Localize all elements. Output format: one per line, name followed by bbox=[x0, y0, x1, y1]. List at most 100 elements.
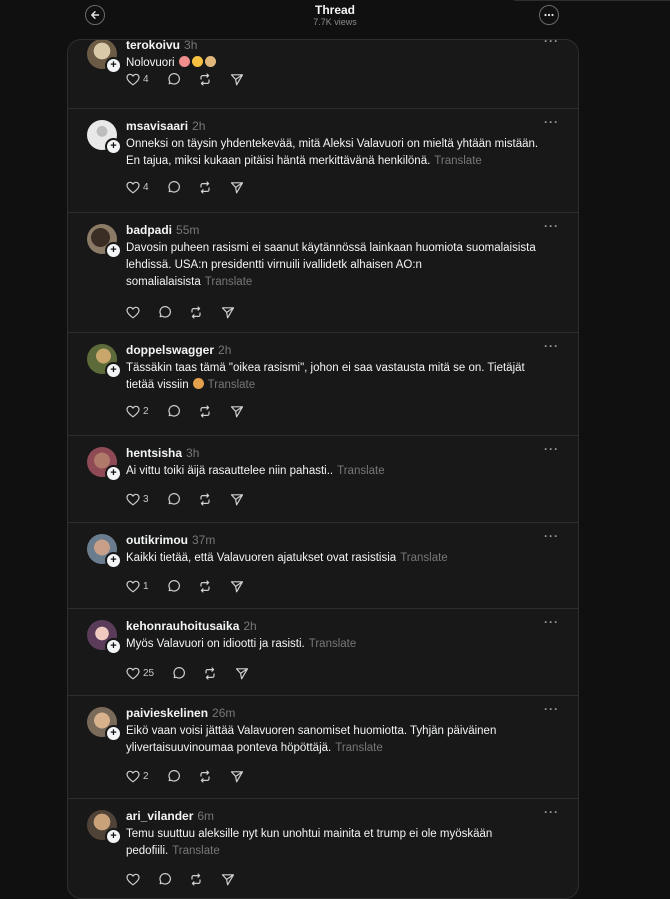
send-icon bbox=[230, 405, 243, 417]
thread-reply: + ari_vilander 6m ··· Temu suuttuu aleksi… bbox=[68, 799, 578, 898]
follow-plus-icon[interactable]: + bbox=[105, 242, 122, 259]
translate-link[interactable]: Translate bbox=[337, 465, 385, 477]
post-body: Kaikki tietää, että Valavuoren ajatukset… bbox=[126, 552, 397, 564]
like-button[interactable]: 3 bbox=[126, 493, 149, 506]
repost-button[interactable] bbox=[198, 180, 212, 194]
repost-button[interactable] bbox=[198, 404, 212, 418]
like-button[interactable]: 1 bbox=[126, 580, 149, 593]
follow-plus-icon[interactable]: + bbox=[105, 138, 122, 155]
share-button[interactable] bbox=[230, 405, 244, 418]
translate-link[interactable]: Translate bbox=[434, 155, 482, 167]
translate-link[interactable]: Translate bbox=[400, 552, 448, 564]
heart-icon bbox=[126, 181, 140, 194]
heart-icon bbox=[126, 306, 140, 319]
reply-button[interactable] bbox=[172, 666, 186, 680]
reply-button[interactable] bbox=[158, 305, 171, 319]
repost-button[interactable] bbox=[198, 72, 212, 86]
reply-bubble-icon bbox=[168, 769, 180, 782]
repost-button[interactable] bbox=[198, 579, 212, 593]
follow-plus-icon[interactable]: + bbox=[105, 638, 122, 655]
send-icon bbox=[236, 667, 249, 679]
follow-plus-icon[interactable]: + bbox=[105, 725, 122, 742]
thread-reply: + doppelswagger 2h ··· Tässäkin taas tämä… bbox=[68, 333, 578, 436]
reply-button[interactable] bbox=[167, 579, 180, 593]
reply-button[interactable] bbox=[167, 492, 180, 506]
username[interactable]: msavisaari bbox=[126, 119, 188, 133]
more-options-button[interactable] bbox=[539, 5, 559, 25]
reply-button[interactable] bbox=[167, 180, 180, 194]
action-bar bbox=[126, 304, 253, 320]
post-more-icon[interactable]: ··· bbox=[544, 219, 559, 233]
follow-plus-icon[interactable]: + bbox=[105, 57, 122, 74]
share-button[interactable] bbox=[230, 493, 244, 506]
post-more-icon[interactable]: ··· bbox=[544, 615, 559, 629]
translate-link[interactable]: Translate bbox=[208, 379, 256, 391]
reply-button[interactable] bbox=[167, 769, 180, 783]
post-body: Ai vittu toiki äijä rasauttelee niin pah… bbox=[126, 465, 334, 477]
view-count: 7.7K views bbox=[313, 17, 357, 27]
repost-button[interactable] bbox=[198, 492, 212, 506]
post-text: Eikö vaan voisi jättää Valavuoren sanomi… bbox=[126, 723, 546, 757]
action-bar: 2 bbox=[126, 403, 262, 419]
translate-link[interactable]: Translate bbox=[205, 276, 253, 288]
repost-icon bbox=[199, 579, 210, 593]
like-button[interactable]: 2 bbox=[126, 405, 149, 418]
share-button[interactable] bbox=[230, 580, 244, 593]
timestamp: 2h bbox=[243, 619, 257, 633]
post-more-icon[interactable]: ··· bbox=[544, 40, 559, 48]
reply-button[interactable] bbox=[167, 404, 180, 418]
emoji-icon bbox=[192, 378, 204, 389]
username[interactable]: paivieskelinen bbox=[126, 706, 208, 720]
follow-plus-icon[interactable]: + bbox=[105, 828, 122, 845]
like-button[interactable]: 4 bbox=[126, 73, 149, 86]
like-button[interactable]: 2 bbox=[126, 770, 149, 783]
page-title: Thread bbox=[314, 3, 355, 17]
repost-button[interactable] bbox=[203, 666, 217, 680]
post-more-icon[interactable]: ··· bbox=[544, 339, 559, 353]
follow-plus-icon[interactable]: + bbox=[105, 465, 122, 482]
post-more-icon[interactable]: ··· bbox=[544, 529, 559, 543]
username[interactable]: kehonrauhoitusaika bbox=[126, 619, 239, 633]
post-more-icon[interactable]: ··· bbox=[544, 115, 559, 129]
translate-link[interactable]: Translate bbox=[335, 742, 383, 754]
repost-button[interactable] bbox=[189, 305, 203, 319]
username[interactable]: badpadi bbox=[126, 223, 172, 237]
username[interactable]: outikrimou bbox=[126, 533, 188, 547]
share-button[interactable] bbox=[230, 73, 244, 86]
username[interactable]: doppelswagger bbox=[126, 343, 214, 357]
share-button[interactable] bbox=[230, 181, 244, 194]
post-more-icon[interactable]: ··· bbox=[544, 805, 559, 819]
like-button[interactable]: 4 bbox=[126, 181, 149, 194]
post-more-icon[interactable]: ··· bbox=[544, 442, 559, 456]
username[interactable]: ari_vilander bbox=[126, 809, 193, 823]
repost-icon bbox=[199, 492, 210, 506]
share-button[interactable] bbox=[230, 770, 244, 783]
repost-icon bbox=[191, 872, 201, 886]
share-button[interactable] bbox=[235, 667, 249, 680]
like-button[interactable] bbox=[126, 306, 140, 319]
thread-reply: + paivieskelinen 26m ··· Eikö vaan voisi … bbox=[68, 696, 578, 799]
username[interactable]: hentsisha bbox=[126, 446, 182, 460]
reply-button[interactable] bbox=[158, 872, 171, 886]
reply-button[interactable] bbox=[167, 72, 180, 86]
thread-reply: + hentsisha 3h ··· Ai vittu toiki äijä ra… bbox=[68, 436, 578, 523]
timestamp: 37m bbox=[192, 533, 216, 547]
translate-link[interactable]: Translate bbox=[309, 638, 357, 650]
post-body: Eikö vaan voisi jättää Valavuoren sanomi… bbox=[126, 725, 497, 754]
translate-link[interactable]: Translate bbox=[172, 845, 220, 857]
repost-button[interactable] bbox=[189, 872, 203, 886]
action-bar: 25 bbox=[126, 665, 267, 681]
share-button[interactable] bbox=[221, 873, 235, 886]
post-more-icon[interactable]: ··· bbox=[544, 702, 559, 716]
like-button[interactable]: 25 bbox=[126, 667, 154, 680]
repost-icon bbox=[199, 769, 210, 783]
follow-plus-icon[interactable]: + bbox=[105, 552, 122, 569]
send-icon bbox=[230, 493, 243, 505]
follow-plus-icon[interactable]: + bbox=[105, 362, 122, 379]
repost-button[interactable] bbox=[198, 769, 212, 783]
post-body: Davosin puheen rasismi ei saanut käytänn… bbox=[126, 242, 536, 288]
share-button[interactable] bbox=[221, 306, 235, 319]
like-button[interactable] bbox=[126, 873, 140, 886]
reply-bubble-icon bbox=[159, 872, 171, 885]
username[interactable]: terokoivu bbox=[126, 40, 180, 52]
